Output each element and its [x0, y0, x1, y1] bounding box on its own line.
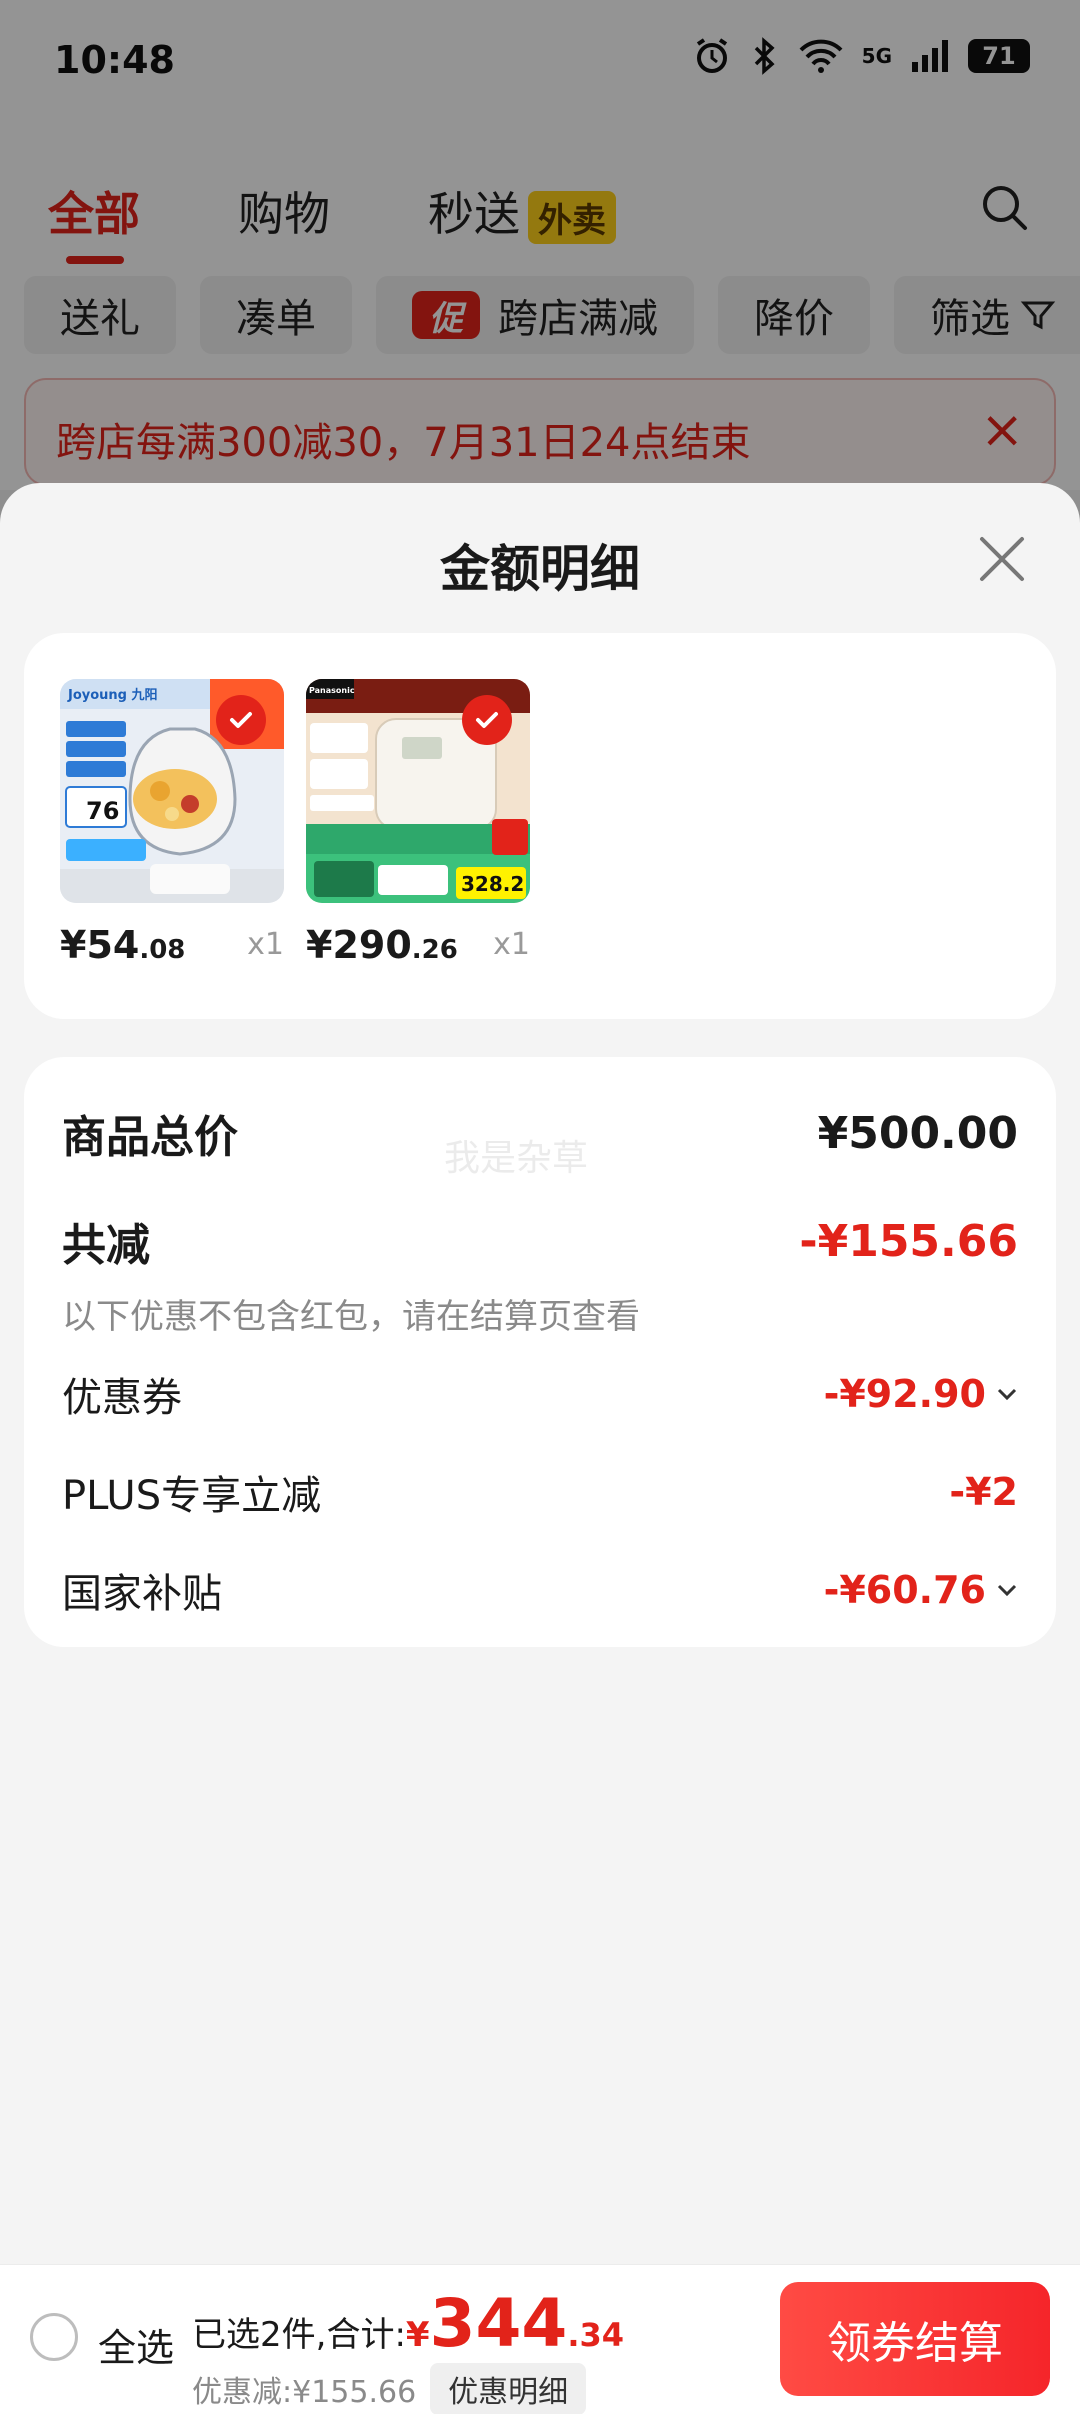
plus-value: -¥2 — [949, 1470, 1018, 1514]
chevron-down-icon[interactable] — [996, 1387, 1018, 1401]
reduce-value: -¥155.66 — [799, 1215, 1018, 1267]
price-int: ¥290 — [306, 923, 412, 967]
close-icon[interactable] — [972, 529, 1032, 589]
sheet-title: 金额明细 — [440, 540, 640, 598]
product-qty: x1 — [247, 927, 284, 962]
checkout-bar: 全选 已选2件,合计:¥344.34 优惠减:¥155.66 优惠明细 领券结算 — [0, 2264, 1080, 2414]
plus-row: PLUS专享立减 -¥2 — [62, 1463, 1018, 1521]
price-row: ¥54.08 x1 — [60, 923, 284, 973]
coupon-value: -¥92.90 — [823, 1372, 986, 1416]
amount-breakdown-card: 我是杂草 商品总价 ¥500.00 共减 -¥155.66 以下优惠不包含红包，… — [24, 1057, 1056, 1647]
price-dec: .08 — [139, 935, 186, 965]
brand-mark: Panasonic — [309, 686, 355, 695]
subsidy-value-wrap: -¥60.76 — [824, 1568, 1018, 1612]
total-value: ¥500.00 — [817, 1107, 1018, 1159]
price-dec: .26 — [411, 935, 458, 965]
product-item[interactable]: Joyoung 九阳 76 ¥54.08 x1 — [60, 679, 284, 973]
price-row: ¥290.26 x1 — [306, 923, 530, 973]
total-row: 商品总价 ¥500.00 — [62, 1101, 1018, 1165]
total-currency: ¥ — [405, 2315, 430, 2355]
discount-text: 优惠减:¥155.66 — [192, 2375, 417, 2410]
checkout-button[interactable]: 领券结算 — [780, 2282, 1050, 2396]
product-image: Joyoung 九阳 76 — [60, 679, 284, 903]
checked-icon — [462, 695, 512, 745]
checked-icon — [216, 695, 266, 745]
reduce-note: 以下优惠不包含红包，请在结算页查看 — [62, 1297, 640, 1337]
product-image: Panasonic 328.2 — [306, 679, 530, 903]
subsidy-value: -¥60.76 — [823, 1568, 986, 1612]
reduce-row: 共减 -¥155.66 — [62, 1209, 1018, 1273]
select-all-radio[interactable] — [30, 2313, 78, 2361]
subsidy-label: 国家补贴 — [62, 1571, 222, 1617]
product-price: ¥54.08 — [60, 923, 185, 967]
image-price: 76 — [86, 797, 119, 825]
discount-detail-button[interactable]: 优惠明细 — [430, 2363, 587, 2414]
total-int: 344 — [429, 2285, 568, 2362]
reduce-label: 共减 — [62, 1220, 150, 1271]
product-price: ¥290.26 — [306, 923, 458, 967]
plus-label: PLUS专享立减 — [62, 1473, 322, 1519]
discount-line: 优惠减:¥155.66 优惠明细 — [192, 2363, 587, 2414]
brand-mark: Joyoung 九阳 — [67, 688, 158, 703]
subsidy-row[interactable]: 国家补贴 -¥60.76 — [62, 1561, 1018, 1619]
product-qty: x1 — [493, 927, 530, 962]
product-item[interactable]: Panasonic 328.2 ¥290.26 x1 — [306, 679, 530, 973]
summary-line: 已选2件,合计:¥344.34 — [192, 2285, 624, 2362]
image-price: 328.2 — [461, 872, 524, 896]
amount-detail-sheet: 金额明细 Joyoung 九阳 76 ¥54.08 x1 Panasonic 3… — [0, 483, 1080, 2414]
coupon-row[interactable]: 优惠券 -¥92.90 — [62, 1365, 1018, 1423]
price-int: ¥54 — [60, 923, 140, 967]
selected-items-card: Joyoung 九阳 76 ¥54.08 x1 Panasonic 328.2 … — [24, 633, 1056, 1019]
total-label: 商品总价 — [62, 1112, 238, 1163]
select-all-label[interactable]: 全选 — [98, 2317, 174, 2372]
summary-prefix: 已选2件,合计: — [192, 2315, 406, 2355]
total-dec: .34 — [567, 2316, 625, 2354]
coupon-label: 优惠券 — [62, 1375, 182, 1421]
coupon-value-wrap: -¥92.90 — [824, 1372, 1018, 1416]
chevron-down-icon[interactable] — [996, 1583, 1018, 1597]
